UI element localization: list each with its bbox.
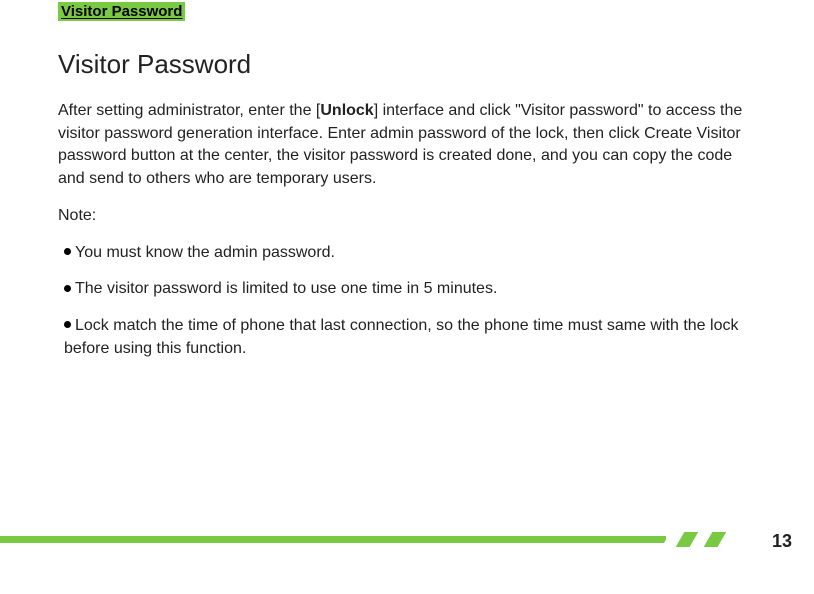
- bullet-icon: [64, 248, 71, 255]
- list-item: The visitor password is limited to use o…: [58, 278, 756, 301]
- list-item: Lock match the time of phone that last c…: [58, 315, 756, 360]
- bullet-text: The visitor password is limited to use o…: [75, 280, 497, 297]
- intro-bold: Unlock: [320, 102, 373, 119]
- bullet-icon: [64, 321, 71, 328]
- bullet-list: You must know the admin password. The vi…: [58, 242, 756, 361]
- bullet-icon: [64, 285, 71, 292]
- footer-slashes: [666, 532, 756, 547]
- intro-paragraph: After setting administrator, enter the […: [58, 100, 756, 191]
- header-tag: Visitor Password: [58, 2, 185, 21]
- bullet-text: You must know the admin password.: [75, 244, 335, 261]
- intro-pre: After setting administrator, enter the [: [58, 102, 320, 119]
- bullet-text: Lock match the time of phone that last c…: [64, 317, 738, 357]
- document-page: Visitor Password Visitor Password After …: [0, 0, 814, 360]
- section-title: Visitor Password: [58, 49, 756, 80]
- page-number: 13: [772, 531, 792, 552]
- list-item: You must know the admin password.: [58, 242, 756, 265]
- footer-stripe: [0, 533, 814, 545]
- note-label: Note:: [58, 205, 756, 228]
- footer-green-bar: [0, 536, 666, 543]
